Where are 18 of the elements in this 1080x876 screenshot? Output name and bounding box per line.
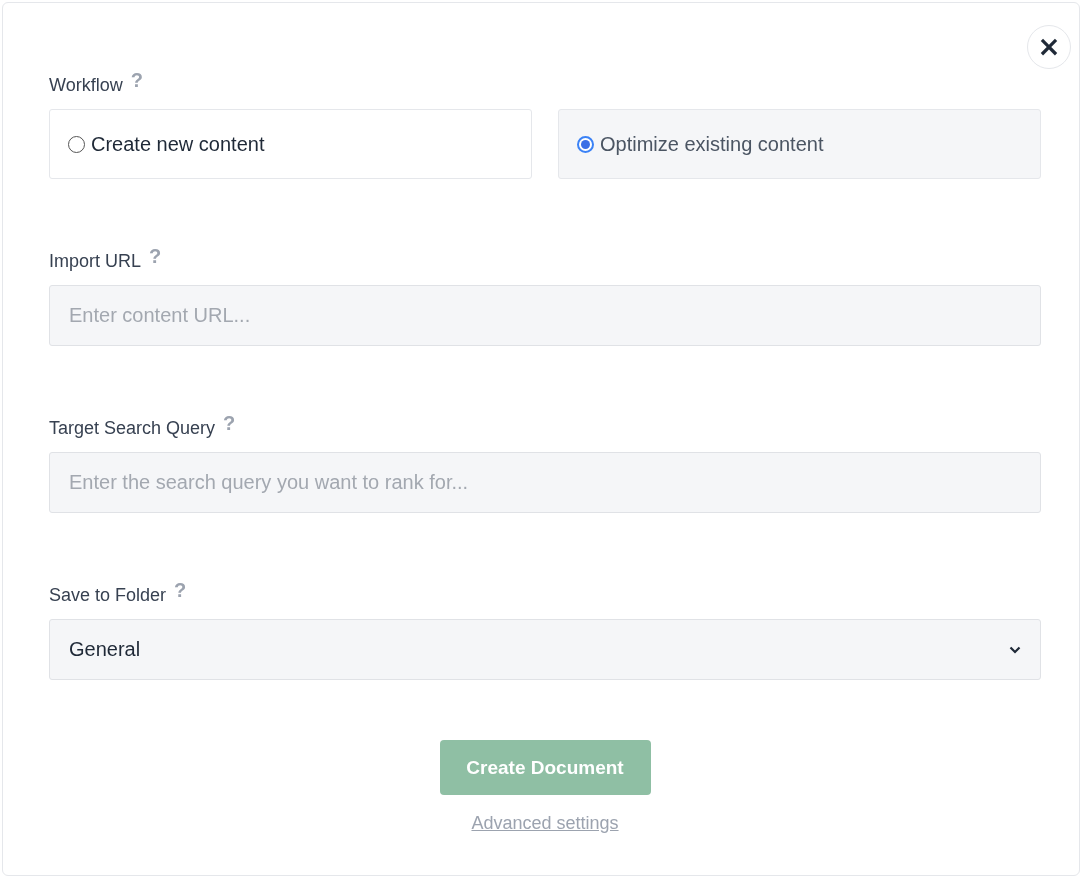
- help-icon[interactable]: ?: [223, 411, 236, 435]
- help-icon[interactable]: ?: [130, 68, 143, 92]
- field-label: Save to Folder: [49, 583, 167, 606]
- field-label: Import URL: [49, 249, 142, 272]
- workflow-option[interactable]: Optimize existing content: [558, 109, 1041, 179]
- help-icon[interactable]: ?: [149, 244, 162, 268]
- radio-button[interactable]: [68, 135, 85, 153]
- close-button[interactable]: ×: [1027, 25, 1071, 69]
- help-icon[interactable]: ?: [174, 578, 187, 602]
- field-label: Workflow: [49, 73, 123, 96]
- radio-button[interactable]: [577, 135, 594, 153]
- folder-select[interactable]: General: [49, 619, 1041, 680]
- input-field[interactable]: Enter content URL...: [49, 285, 1041, 346]
- advanced-settings-link[interactable]: Advanced settings: [471, 813, 619, 834]
- input-field[interactable]: Enter the search query you want to rank for...: [49, 452, 1041, 513]
- workflow-option[interactable]: Create new content: [49, 109, 532, 179]
- chevron-down-icon: [1009, 645, 1021, 654]
- field-label: Target Search Query: [49, 416, 216, 439]
